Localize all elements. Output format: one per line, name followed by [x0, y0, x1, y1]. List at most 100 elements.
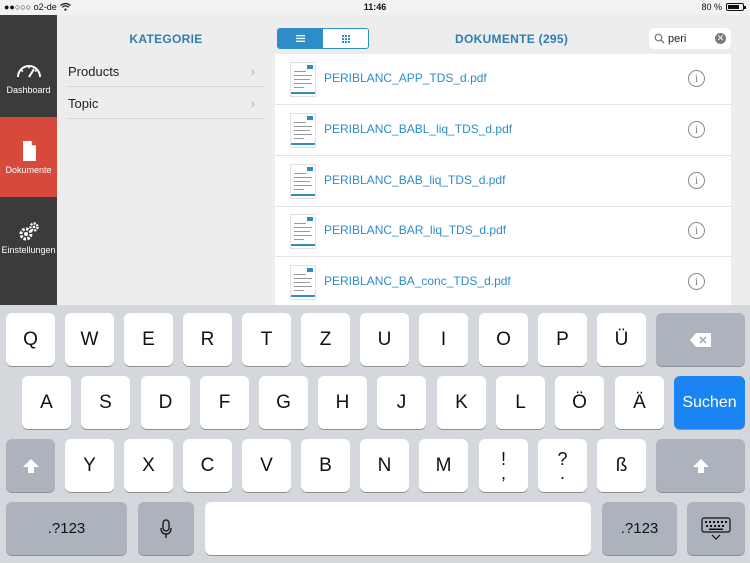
nav-documents-label: Dokumente [5, 165, 52, 175]
key-q[interactable]: Q [6, 313, 55, 366]
key-y[interactable]: Y [65, 439, 114, 492]
info-icon[interactable]: i [688, 273, 705, 290]
shift-icon [22, 458, 39, 473]
nav-settings[interactable]: Einstellungen [0, 197, 57, 277]
key-a[interactable]: A [22, 376, 71, 429]
document-row[interactable]: PERIBLANC_BABL_liq_TDS_d.pdf i [275, 105, 731, 156]
category-title: KATEGORIE [129, 32, 203, 46]
nav-settings-label: Einstellungen [1, 245, 56, 255]
key-o[interactable]: O [479, 313, 528, 366]
info-icon[interactable]: i [688, 121, 705, 138]
pdf-thumbnail [290, 265, 316, 300]
key-z[interactable]: Z [301, 313, 350, 366]
key-j[interactable]: J [377, 376, 426, 429]
backspace-key[interactable] [656, 313, 745, 366]
chevron-right-icon: › [250, 64, 255, 79]
shift-icon [692, 458, 709, 473]
dictation-key[interactable] [138, 502, 194, 555]
shift-key-left[interactable] [6, 439, 55, 492]
info-icon[interactable]: i [688, 70, 705, 87]
key-x[interactable]: X [124, 439, 173, 492]
document-row[interactable]: PERIBLANC_BAB_liq_TDS_d.pdf i [275, 156, 731, 207]
key-c[interactable]: C [183, 439, 232, 492]
key-b[interactable]: B [301, 439, 350, 492]
clock: 11:46 [363, 2, 387, 12]
pdf-thumbnail [290, 164, 316, 199]
category-item-products[interactable]: Products › [67, 55, 265, 87]
key-m[interactable]: M [419, 439, 468, 492]
gauge-icon [16, 65, 41, 78]
pdf-thumbnail [290, 62, 316, 97]
key-v[interactable]: V [242, 439, 291, 492]
key-i[interactable]: I [419, 313, 468, 366]
search-icon [654, 33, 665, 44]
document-name: PERIBLANC_BA_conc_TDS_d.pdf [324, 274, 511, 288]
document-row[interactable]: PERIBLANC_BA_conc_TDS_d.pdf i [275, 257, 731, 305]
shift-key-right[interactable] [656, 439, 745, 492]
hide-keyboard-key[interactable] [687, 502, 745, 555]
document-name: PERIBLANC_APP_TDS_d.pdf [324, 71, 487, 85]
status-bar: ●●○○○ o2-de 11:46 80 % [0, 0, 750, 15]
key-ae[interactable]: Ä [615, 376, 664, 429]
document-row[interactable]: PERIBLANC_BAR_liq_TDS_d.pdf i [275, 206, 731, 257]
chevron-right-icon: › [250, 96, 255, 111]
search-return-key[interactable]: Suchen [674, 376, 745, 429]
nav-dashboard[interactable]: Dashboard [0, 37, 57, 117]
document-icon [22, 141, 36, 161]
grid-icon [341, 34, 350, 43]
key-n[interactable]: N [360, 439, 409, 492]
documents-header: DOKUMENTE (295) ✕ [275, 15, 750, 55]
pdf-thumbnail [290, 113, 316, 148]
key-t[interactable]: T [242, 313, 291, 366]
space-key[interactable] [205, 502, 591, 555]
documents-title: DOKUMENTE (295) [455, 32, 569, 46]
numbers-key-right[interactable]: .?123 [602, 502, 677, 555]
key-f[interactable]: F [200, 376, 249, 429]
sidebar: Dashboard Dokumente Einstellungen [0, 15, 57, 305]
category-item-label: Products [68, 64, 120, 79]
grid-view-button[interactable] [323, 29, 368, 48]
key-exclamation-comma[interactable]: ! , [479, 439, 528, 492]
battery-percent: 80 % [701, 2, 722, 12]
nav-dashboard-label: Dashboard [6, 85, 51, 95]
battery-icon [726, 3, 746, 11]
info-icon[interactable]: i [688, 172, 705, 189]
category-item-topic[interactable]: Topic › [67, 87, 265, 119]
document-name: PERIBLANC_BAB_liq_TDS_d.pdf [324, 173, 506, 187]
key-g[interactable]: G [259, 376, 308, 429]
key-p[interactable]: P [538, 313, 587, 366]
key-k[interactable]: K [437, 376, 486, 429]
clear-search-icon[interactable]: ✕ [715, 33, 726, 44]
document-name: PERIBLANC_BABL_liq_TDS_d.pdf [324, 122, 513, 136]
nav-documents[interactable]: Dokumente [0, 117, 57, 197]
document-row[interactable]: PERIBLANC_APP_TDS_d.pdf i [275, 54, 731, 105]
category-item-label: Topic [68, 96, 99, 111]
key-u[interactable]: U [360, 313, 409, 366]
keyboard-hide-icon [701, 516, 731, 540]
key-e[interactable]: E [124, 313, 173, 366]
key-r[interactable]: R [183, 313, 232, 366]
key-l[interactable]: L [496, 376, 545, 429]
key-question-period[interactable]: ? . [538, 439, 587, 492]
key-s[interactable]: S [81, 376, 130, 429]
document-list: PERIBLANC_APP_TDS_d.pdf i PERIBLANC_BABL… [275, 54, 731, 305]
document-name: PERIBLANC_BAR_liq_TDS_d.pdf [324, 223, 507, 237]
key-w[interactable]: W [65, 313, 114, 366]
numbers-key-left[interactable]: .?123 [6, 502, 127, 555]
key-ue[interactable]: Ü [597, 313, 646, 366]
key-sz[interactable]: ß [597, 439, 646, 492]
search-box: ✕ [649, 28, 731, 49]
key-h[interactable]: H [318, 376, 367, 429]
key-d[interactable]: D [141, 376, 190, 429]
search-input[interactable] [668, 30, 712, 47]
on-screen-keyboard: Q W E R T Z U I O P Ü A S D F G H J K L … [0, 305, 750, 563]
key-bottom-char: . [559, 462, 565, 483]
gears-icon [19, 222, 39, 241]
view-toggle [277, 28, 369, 49]
list-icon [296, 35, 305, 42]
key-bottom-char: , [500, 462, 506, 483]
microphone-icon [160, 518, 172, 538]
key-oe[interactable]: Ö [555, 376, 604, 429]
list-view-button[interactable] [278, 29, 323, 48]
info-icon[interactable]: i [688, 222, 705, 239]
